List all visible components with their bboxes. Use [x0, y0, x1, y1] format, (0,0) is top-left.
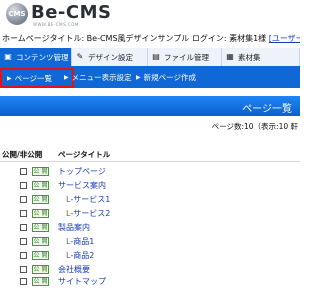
subnav-new-page[interactable]: ▶ 新規ページ作成 [136, 69, 196, 85]
column-header-title: ページタイトル [58, 150, 111, 159]
subnav-menu-settings[interactable]: ▶ メニュー表示設定 [64, 69, 132, 85]
page-title-link[interactable]: L-商品1 [66, 236, 94, 247]
tree-branch-icon: L [66, 237, 71, 246]
tree-branch-icon: L [66, 209, 71, 218]
header-logo[interactable]: CMS Be-CMS WWW.BE-CMS.COM [0, 0, 300, 32]
publish-badge[interactable]: 公 開 [32, 251, 49, 260]
tab-file-management[interactable]: ▤ ファイル管理 [148, 48, 222, 66]
publish-badge[interactable]: 公 開 [32, 195, 49, 204]
row-checkbox[interactable] [20, 278, 27, 285]
content-icon: ▣ [4, 52, 12, 61]
table-row: 公 開 会社概要 [0, 264, 300, 276]
publish-badge[interactable]: 公 開 [32, 265, 49, 274]
page-title-bar: ページ一覧 [0, 96, 300, 116]
page-title-text: 商品1 [73, 237, 95, 246]
publish-badge[interactable]: 公 開 [32, 277, 49, 286]
page-title-text: サービス2 [73, 209, 111, 218]
table-row: 公 開 L-商品2 [0, 250, 300, 262]
table-row: 公 開 トップページ [0, 166, 300, 178]
page-title-link[interactable]: サービス案内 [58, 180, 106, 191]
publish-badge[interactable]: 公 開 [32, 181, 49, 190]
page-title-link[interactable]: L-商品2 [66, 250, 94, 261]
tab-label: ファイル管理 [164, 52, 209, 62]
row-checkbox[interactable] [20, 224, 27, 231]
tab-content-management[interactable]: ▣ コンテンツ管理 [0, 48, 72, 66]
row-checkbox[interactable] [20, 168, 27, 175]
table-row: 公 開 サイトマップ [0, 276, 300, 288]
publish-badge[interactable]: 公 開 [32, 237, 49, 246]
logo-tagline: WWW.BE-CMS.COM [33, 22, 79, 27]
arrow-right-icon: ▶ [64, 73, 69, 81]
tab-materials[interactable]: ▦ 素材集 [222, 48, 300, 66]
page-title-link[interactable]: トップページ [58, 166, 106, 177]
row-checkbox[interactable] [20, 266, 27, 273]
table-row: 公 開 L-サービス1 [0, 194, 300, 206]
subnav-page-list[interactable]: ▶ ページ一覧 [0, 68, 74, 88]
row-checkbox[interactable] [20, 182, 27, 189]
row-checkbox[interactable] [20, 196, 27, 203]
publish-badge[interactable]: 公 開 [32, 167, 49, 176]
site-info-text: ホームページタイトル: Be-CMS風デザインサンプル ログイン: 素材集1様 [2, 34, 269, 43]
page-title: ページ一覧 [242, 104, 292, 115]
tab-label: コンテンツ管理 [16, 52, 69, 62]
column-header-status: 公開/非公開 [2, 150, 43, 159]
row-checkbox[interactable] [20, 252, 27, 259]
page-count: ページ数:10（表示:10 軒 [211, 122, 298, 131]
main-tabs: ▣ コンテンツ管理 ✎ デザイン設定 ▤ ファイル管理 ▦ 素材集 [0, 48, 300, 66]
arrow-right-icon: ▶ [136, 73, 141, 81]
page-title-link[interactable]: サイトマップ [58, 276, 106, 287]
page-title-link[interactable]: L-サービス2 [66, 208, 110, 219]
material-icon: ▦ [226, 52, 234, 61]
page-title-link[interactable]: L-サービス1 [66, 194, 110, 205]
arrow-right-icon: ▶ [7, 74, 12, 82]
page-title-text: サービス1 [73, 195, 111, 204]
design-icon: ✎ [76, 52, 84, 61]
row-checkbox[interactable] [20, 210, 27, 217]
sub-navigation: ▶ ページ一覧 ▶ メニュー表示設定 ▶ 新規ページ作成 [0, 66, 300, 88]
logo-name: Be-CMS [31, 2, 112, 23]
row-checkbox[interactable] [20, 238, 27, 245]
subnav-label: メニュー表示設定 [71, 72, 132, 82]
page-title-link[interactable]: 製品案内 [58, 222, 90, 233]
tab-label: デザイン設定 [88, 52, 133, 62]
folder-icon: ▤ [152, 52, 160, 61]
table-row: 公 開 L-商品1 [0, 236, 300, 248]
tab-design-settings[interactable]: ✎ デザイン設定 [72, 48, 148, 66]
table-row: 公 開 製品案内 [0, 222, 300, 234]
user-info-link[interactable]: [ユーザー情報 [269, 34, 300, 43]
tree-branch-icon: L [66, 195, 71, 204]
page-title-text: 商品2 [73, 251, 95, 260]
tab-label: 素材集 [238, 52, 261, 62]
site-info-bar: ホームページタイトル: Be-CMS風デザインサンプル ログイン: 素材集1様 … [2, 33, 300, 45]
logo-mark: CMS [6, 3, 28, 25]
publish-badge[interactable]: 公 開 [32, 209, 49, 218]
page-title-link[interactable]: 会社概要 [58, 264, 90, 275]
tree-branch-icon: L [66, 251, 71, 260]
table-row: 公 開 サービス案内 [0, 180, 300, 192]
publish-badge[interactable]: 公 開 [32, 223, 49, 232]
table-row: 公 開 L-サービス2 [0, 208, 300, 220]
table-header: 公開/非公開 ページタイトル [0, 147, 300, 162]
subnav-label: ページ一覧 [14, 73, 52, 83]
subnav-label: 新規ページ作成 [143, 72, 196, 82]
